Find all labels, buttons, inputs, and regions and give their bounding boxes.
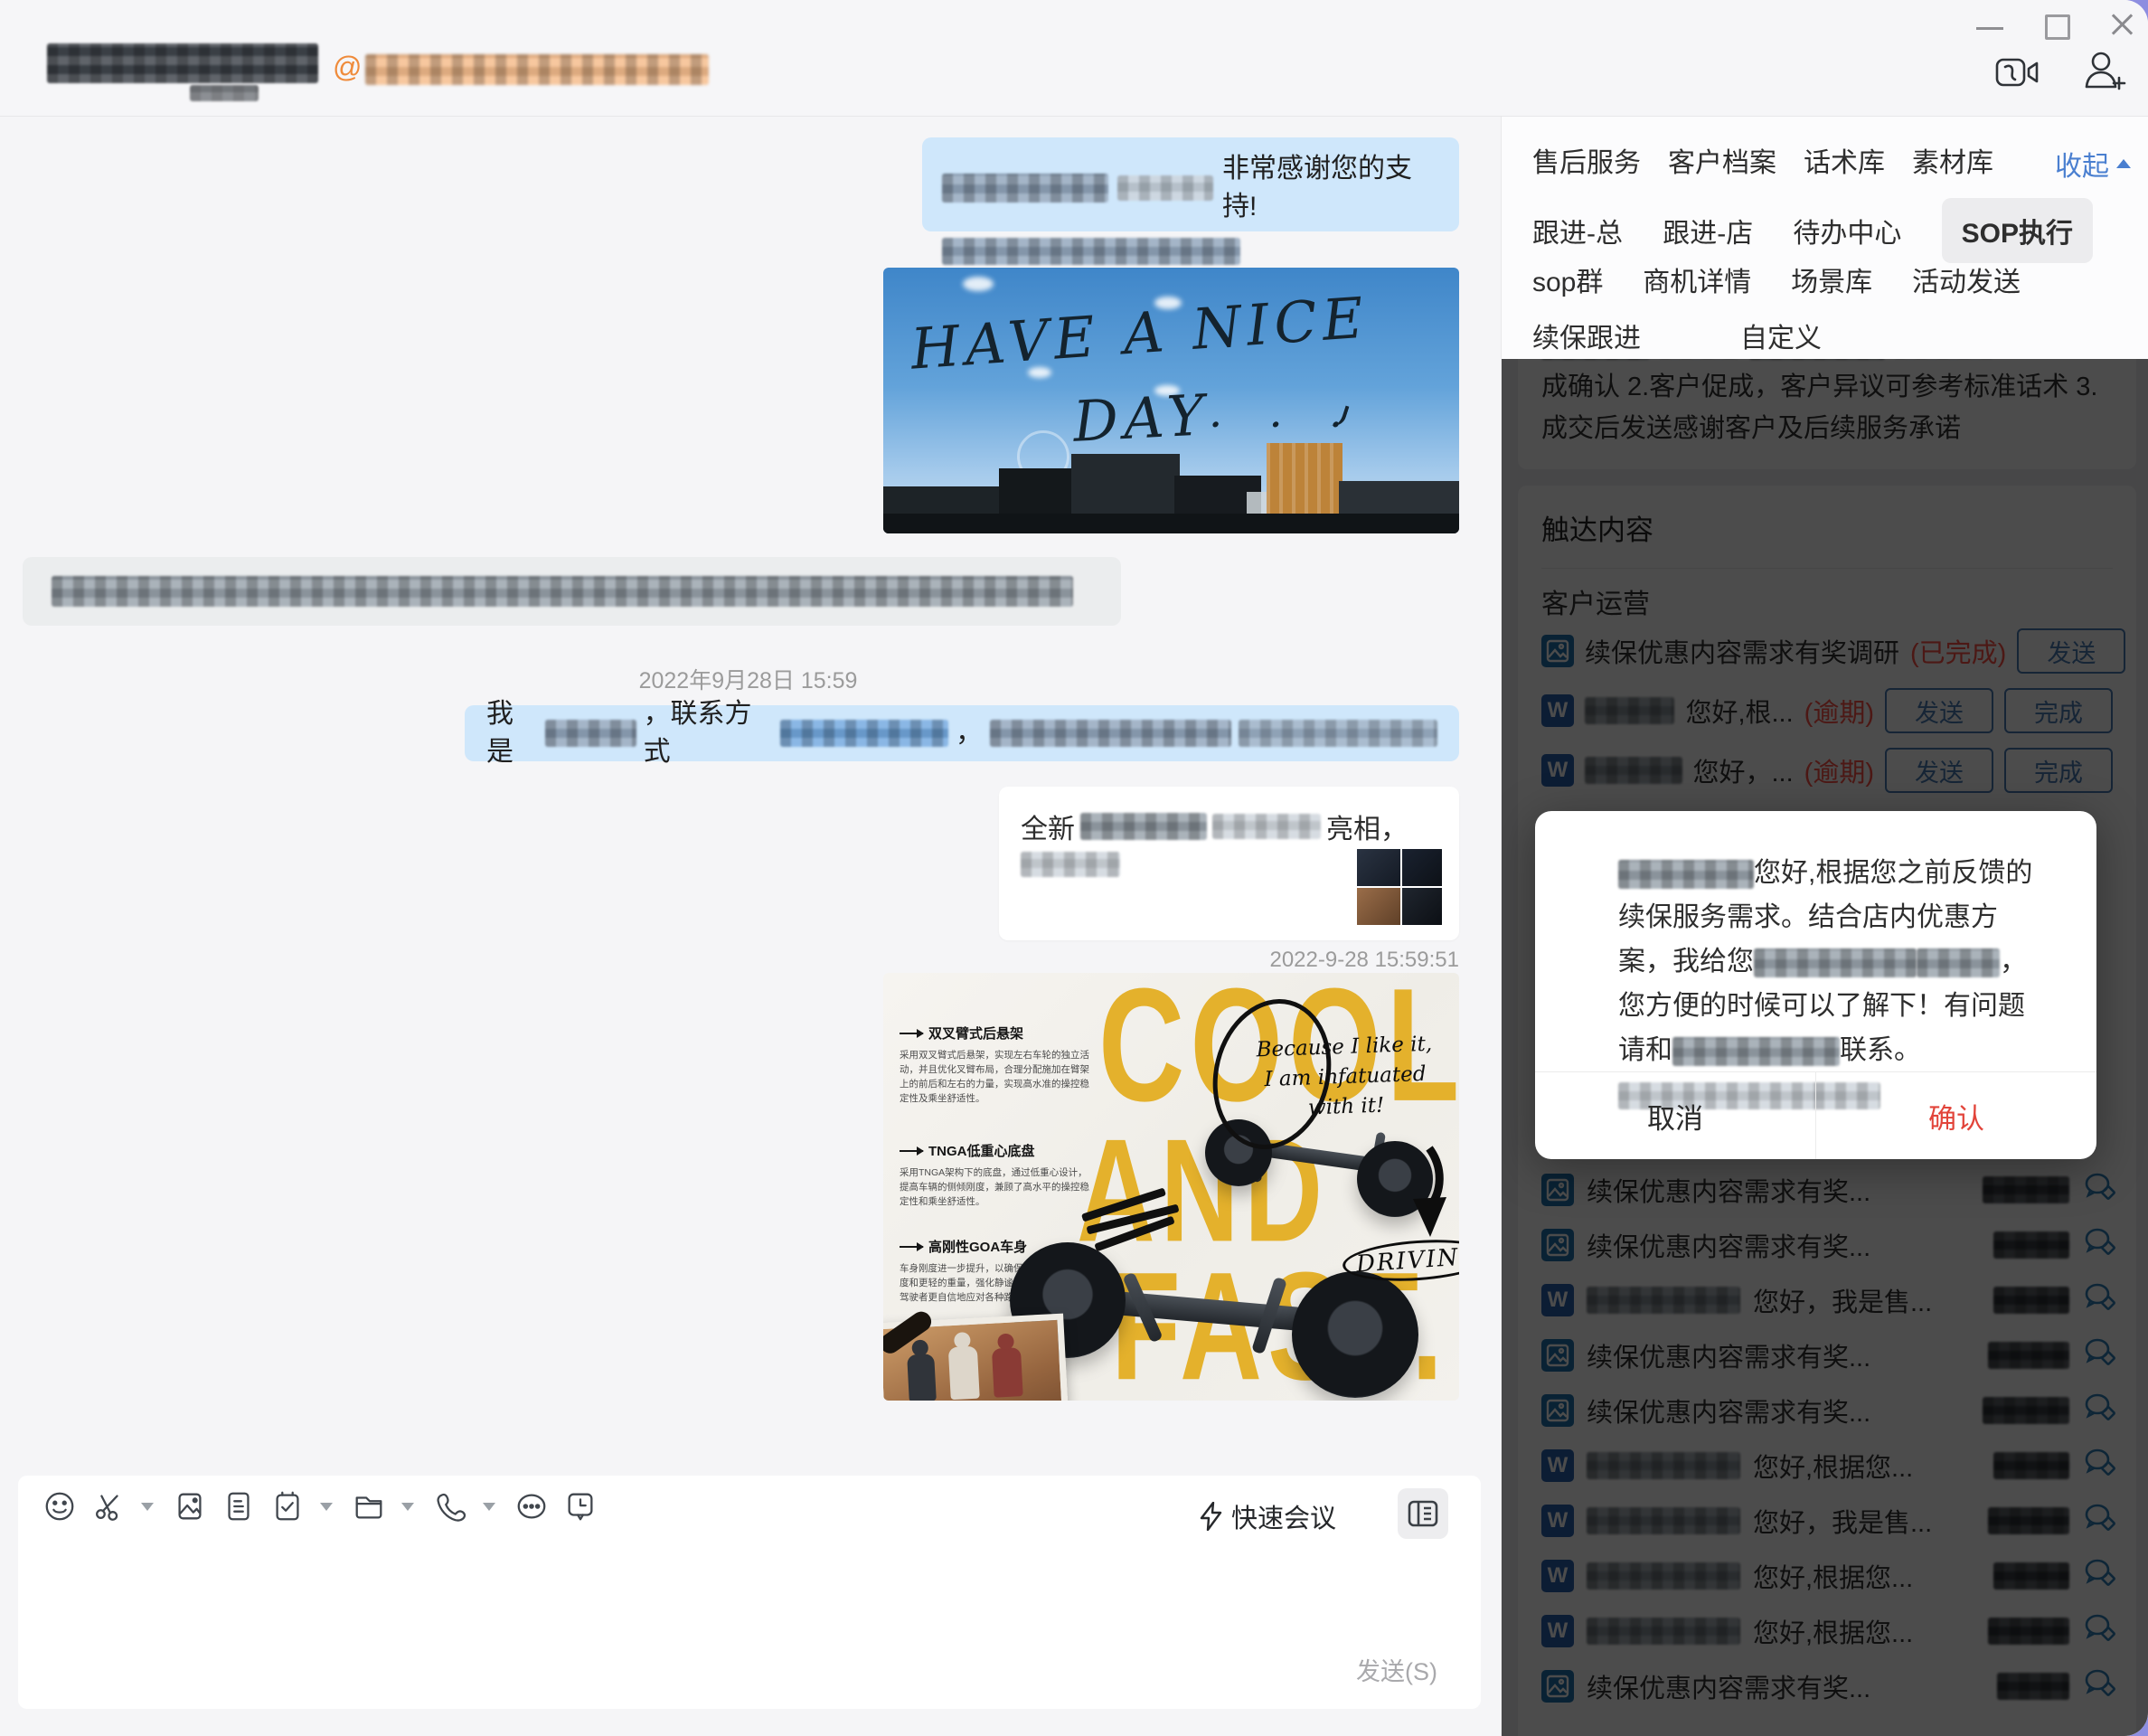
redacted-text [990,720,1231,747]
tab-renewal-followup[interactable]: 续保跟进 [1532,316,1641,355]
redacted-phone [780,720,948,747]
photo-message-have-a-nice-day[interactable]: HAVE A NICE DAY · · · [883,268,1459,533]
phone-call-icon[interactable] [432,1488,468,1524]
redacted-text [1239,720,1437,747]
redacted-text [545,720,636,747]
todo-checkbox-icon[interactable] [269,1488,306,1524]
poster-arrow-doodle [1404,1145,1453,1242]
confirm-button[interactable]: 确认 [1816,1072,2096,1159]
message-text: 非常感谢您的支持! [1222,150,1439,226]
phone-dropdown-caret[interactable] [483,1503,495,1511]
tab-followup-store[interactable]: 跟进-店 [1663,211,1753,250]
tab-scene-library[interactable]: 场景库 [1791,259,1872,299]
tab-followup-total[interactable]: 跟进-总 [1532,211,1623,250]
more-options-icon[interactable] [513,1488,550,1524]
photo-caption-line1: HAVE A NICE [909,284,1371,382]
tab-after-sales[interactable]: 售后服务 [1532,140,1641,180]
date-divider: 2022年9月28日 15:59 [0,663,1496,695]
image-icon[interactable] [172,1488,208,1524]
panel-dimmed-region: 成确认 2.客户促成，客户异议可参考标准话术 3.成交后发送感谢客户及后续服务承… [1502,359,2148,1736]
tab-sop-group[interactable]: sop群 [1532,259,1603,299]
add-person-icon[interactable] [2079,47,2126,99]
redacted-text [52,576,1073,607]
message-bubble-intro: 我是 ，联系方式 ， [465,705,1459,761]
org-name-redacted [365,54,709,85]
chevron-up-icon [2116,159,2131,168]
card-thumbnail [1356,848,1443,926]
side-panel-toggle-button[interactable] [1398,1488,1448,1539]
redacted-text [1117,175,1213,201]
cancel-button[interactable]: 取消 [1535,1072,1816,1159]
folder-dropdown-caret[interactable] [401,1503,414,1511]
message-bubble-thanks: 非常感谢您的支持! [922,137,1459,231]
photo-caption-line2: DAY [1071,382,1211,455]
minimize-button[interactable] [1976,27,2003,30]
message-text: ，联系方式 [644,695,773,771]
tab-material-library[interactable]: 素材库 [1912,140,1993,180]
close-button[interactable] [2106,9,2137,40]
redacted-text [1917,948,2000,977]
poster-people-photo [883,1314,1069,1401]
app-window: @ 非常感谢您的支持! [0,0,2148,1736]
message-timestamp: 2022-9-28 15:59:51 [1043,948,1459,973]
redacted-text [1754,948,1917,977]
tab-custom[interactable]: 自定义 [1740,316,1822,355]
collapse-button[interactable]: 收起 [2055,144,2131,184]
tab-opportunity-detail[interactable]: 商机详情 [1643,259,1751,299]
card-text: 全新 [1021,807,1075,846]
card-text: 亮相， [1326,807,1408,846]
lightning-icon [1199,1502,1222,1531]
tab-todo-center[interactable]: 待办中心 [1793,211,1901,250]
tab-script-library[interactable]: 话术库 [1804,140,1885,180]
panel-tabs: 售后服务 客户档案 话术库 素材库 收起 跟进-总 跟进-店 待办中心 SOP执… [1502,117,2148,359]
redacted-text [1212,814,1321,839]
poster-feature-1: 双叉臂式后悬架 采用双叉臂式后悬架，实现左右车轮的独立活动，并且优化叉臂布局，合… [900,1024,1091,1106]
video-call-icon[interactable] [1994,52,2041,97]
message-bubble-redacted [23,557,1121,626]
poster-wheel [1292,1271,1418,1398]
redacted-text [942,174,1108,203]
message-composer: 快速会议 发送(S) [18,1476,1481,1709]
chat-header: @ [0,0,2148,117]
link-card-message[interactable]: 全新 亮相， [999,787,1459,940]
redacted-text [1021,852,1120,877]
message-input[interactable] [43,1552,1456,1646]
chat-record-icon[interactable] [221,1488,257,1524]
sop-side-panel: 售后服务 客户档案 话术库 素材库 收起 跟进-总 跟进-店 待办中心 SOP执… [1501,117,2148,1736]
message-text: ， [956,714,983,752]
message-history-icon[interactable] [562,1488,598,1524]
tab-activity-send[interactable]: 活动发送 [1912,259,2021,299]
poster-image-message[interactable]: COOL AND FAST. 双叉臂式后悬架 采用双叉臂式后悬架，实现左右车轮的… [883,973,1459,1401]
redacted-text [942,238,1240,265]
confirm-send-modal: 您好,根据您之前反馈的续保服务需求。结合店内优惠方案，我给您，您方便的时候可以了… [1535,811,2096,1159]
emoji-icon[interactable] [42,1488,78,1524]
redacted-text [1618,860,1754,889]
redacted-text [1672,1037,1840,1066]
org-at-prefix: @ [333,51,362,84]
message-text: 我是 [486,695,538,771]
redacted-text [1080,813,1207,840]
screenshot-dropdown-caret[interactable] [141,1503,154,1511]
contact-name-redacted-2 [190,85,259,101]
todo-dropdown-caret[interactable] [320,1503,333,1511]
tab-sop-execution[interactable]: SOP执行 [1942,198,2093,263]
screenshot-scissors-icon[interactable] [90,1488,127,1524]
poster-handwriting: Because I like it, I am infatuated with … [1232,1029,1457,1127]
poster-feature-2: TNGA低重心底盘 采用TNGA架构下的底盘，通过低重心设计，提高车辆的侧倾刚度… [900,1141,1091,1209]
quick-meeting-button[interactable]: 快速会议 [1199,1497,1336,1535]
folder-icon[interactable] [351,1488,387,1524]
contact-name-redacted [47,43,318,83]
send-button[interactable]: 发送(S) [1356,1652,1437,1687]
maximize-button[interactable] [2045,14,2070,40]
tab-customer-files[interactable]: 客户档案 [1668,140,1776,180]
